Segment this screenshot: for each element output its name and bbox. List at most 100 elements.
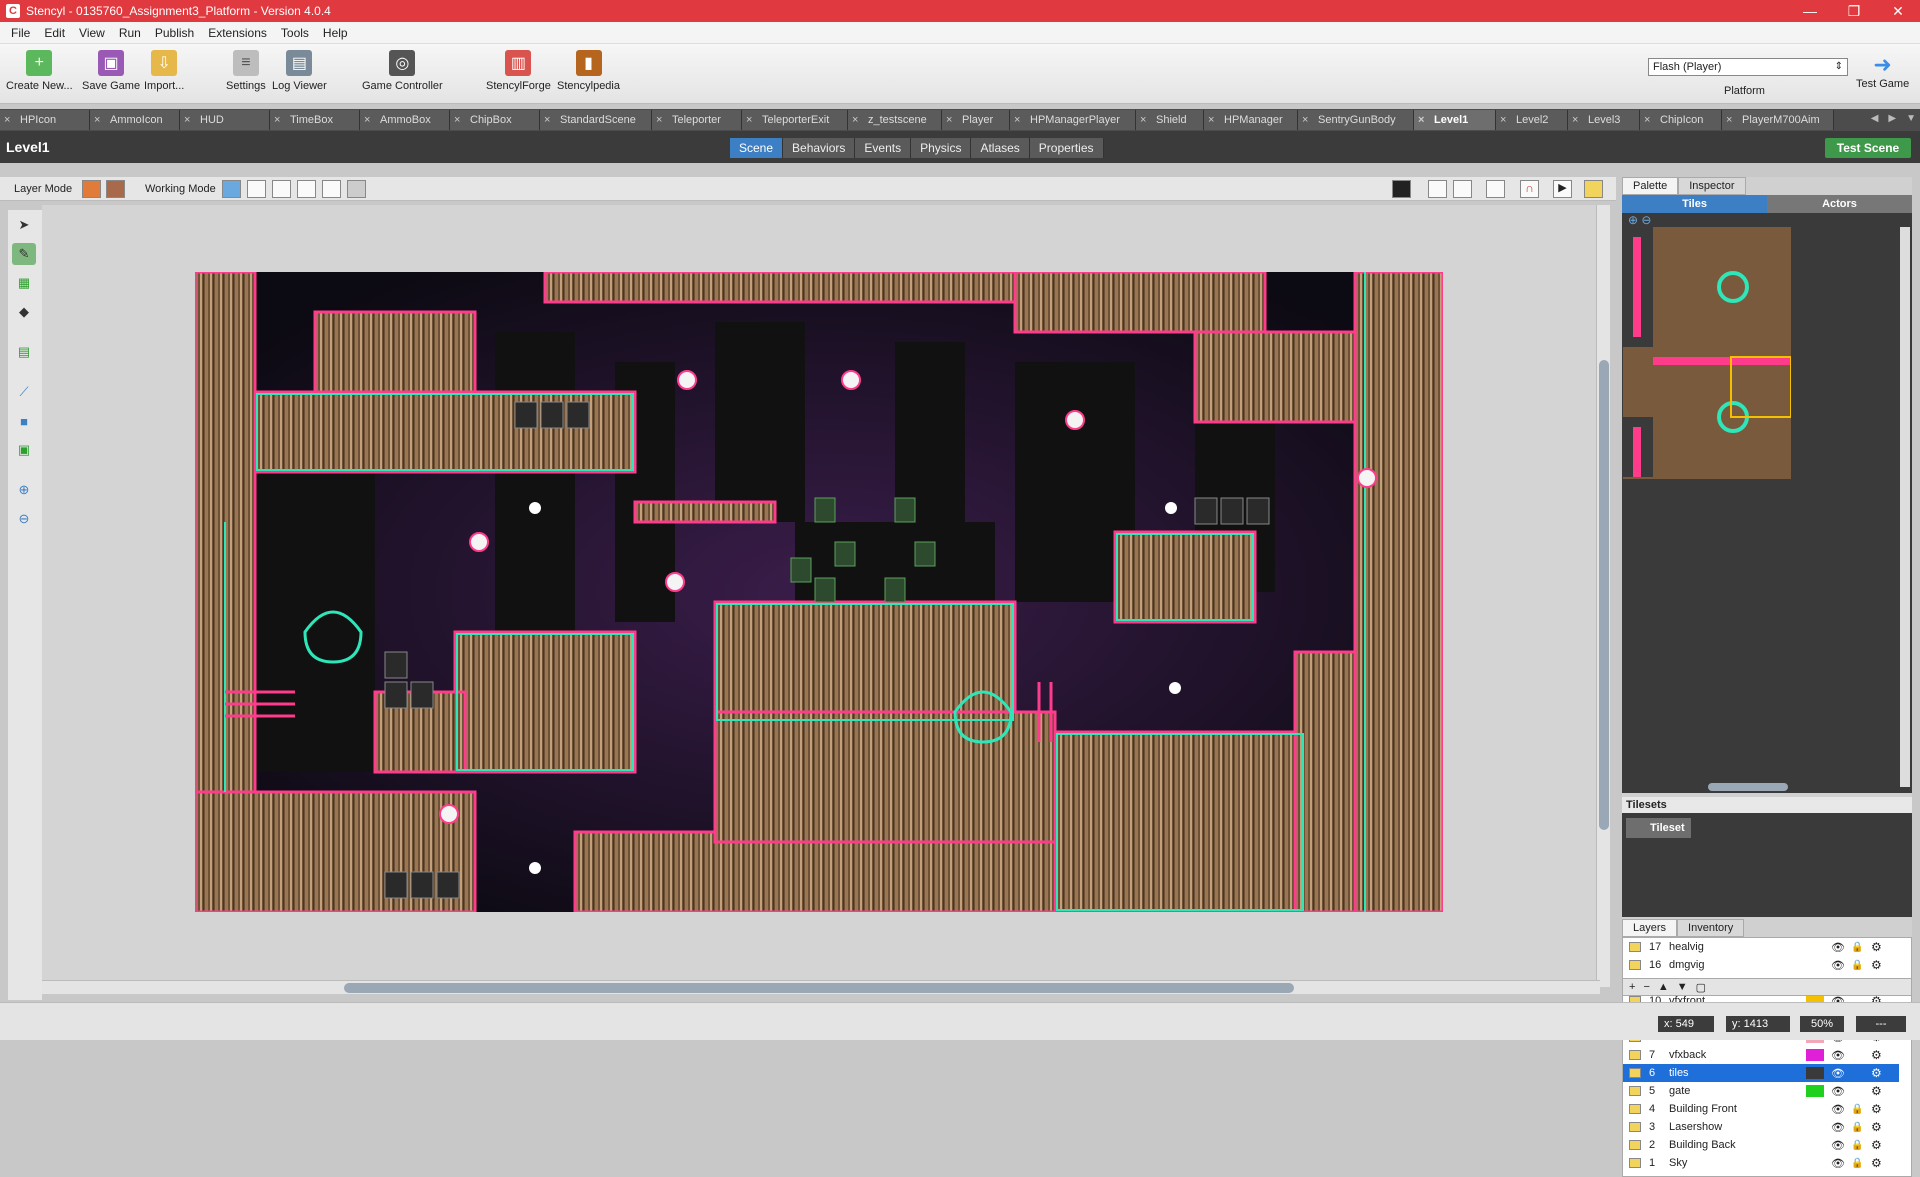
tab-layers[interactable]: Layers [1622,919,1678,937]
tileset-item[interactable]: Tileset [1626,818,1691,838]
layer-row[interactable]: 7 vfxback 👁 ⚙ [1623,1046,1899,1064]
pencil-icon[interactable]: ✎ [12,243,36,265]
layer-row[interactable]: 6 tiles 👁 ⚙ [1623,1064,1899,1082]
layer-row[interactable]: 3 Lasershow 👁 🔒 ⚙ [1623,1118,1899,1136]
eye-icon[interactable]: 👁 [1831,1085,1845,1098]
eye-icon[interactable]: 👁 [1831,1049,1845,1062]
remove-layer-icon[interactable]: − [1643,981,1649,993]
close-tab-icon[interactable]: × [1302,114,1318,126]
working-mode-normal-button[interactable] [222,180,241,198]
tab-atlases[interactable]: Atlases [971,138,1030,158]
close-tab-icon[interactable]: × [364,114,380,126]
close-tab-icon[interactable]: × [1418,114,1434,126]
maximize-button[interactable]: ❐ [1832,0,1876,22]
tab-inspector[interactable]: Inspector [1678,177,1746,195]
image-icon[interactable] [1584,180,1603,198]
tab-tiles[interactable]: Tiles [1622,195,1767,213]
snap-grid-icon[interactable] [1486,180,1505,198]
tab-behaviors[interactable]: Behaviors [783,138,856,158]
close-tab-icon[interactable]: × [454,114,470,126]
scroll-thumb[interactable] [344,983,1294,993]
zoom-in-icon[interactable]: ⊕ [12,479,36,501]
settings-button[interactable]: ≡ Settings [226,50,266,92]
canvas-vertical-scrollbar[interactable] [1596,205,1610,987]
save-game-button[interactable]: ▣ Save Game [82,50,140,92]
lock-icon[interactable]: 🔒 [1851,1104,1863,1115]
close-button[interactable]: ✕ [1876,0,1920,22]
minimize-button[interactable]: — [1788,0,1832,22]
tab-physics[interactable]: Physics [911,138,972,158]
tab-level1[interactable]: × Level1 [1414,110,1496,130]
eye-icon[interactable]: 👁 [1831,1157,1845,1170]
menu-help[interactable]: Help [316,26,355,40]
layer-mode-multi-button[interactable] [106,180,125,198]
tab-teleporterexit[interactable]: × TeleporterExit [742,110,848,130]
tab-scroll-right-icon[interactable]: ▶ [1888,113,1896,124]
tab-hpmanagerplayer[interactable]: × HPManagerPlayer [1010,110,1136,130]
eye-icon[interactable]: 👁 [1831,1139,1845,1152]
terrain-icon[interactable]: ▣ [12,439,36,461]
tab-ammoicon[interactable]: × AmmoIcon [90,110,180,130]
close-tab-icon[interactable]: × [1140,114,1156,126]
gear-icon[interactable]: ⚙ [1871,1156,1882,1170]
close-tab-icon[interactable]: × [1014,114,1030,126]
scene-canvas-area[interactable] [42,205,1600,980]
canvas-horizontal-scrollbar[interactable] [42,980,1600,994]
close-tab-icon[interactable]: × [184,114,200,126]
tab-timebox[interactable]: × TimeBox [270,110,360,130]
tab-level2[interactable]: × Level2 [1496,110,1568,130]
close-tab-icon[interactable]: × [4,114,20,126]
play-icon[interactable]: ▶ [1553,180,1572,198]
tab-z-testscene[interactable]: × z_testscene [848,110,942,130]
layer-row[interactable]: 2 Building Back 👁 🔒 ⚙ [1623,1136,1899,1154]
game-controller-button[interactable]: ◎ Game Controller [362,50,443,92]
menu-extensions[interactable]: Extensions [201,26,274,40]
close-tab-icon[interactable]: × [946,114,962,126]
zoom-out-icon[interactable]: ⊖ [1641,213,1651,227]
view-frame-button[interactable] [1428,180,1447,198]
add-layer-icon[interactable]: + [1629,981,1635,993]
gear-icon[interactable]: ⚙ [1871,1138,1882,1152]
working-mode-tile-button[interactable] [247,180,266,198]
gear-icon[interactable]: ⚙ [1871,958,1882,972]
tab-chipbox[interactable]: × ChipBox [450,110,540,130]
tab-shield[interactable]: × Shield [1136,110,1204,130]
menu-publish[interactable]: Publish [148,26,201,40]
tab-properties[interactable]: Properties [1029,138,1104,158]
pointer-icon[interactable]: ➤ [12,214,36,236]
tab-events[interactable]: Events [855,138,912,158]
close-tab-icon[interactable]: × [1644,114,1660,126]
tile-grid-icon[interactable]: ▦ [12,272,36,294]
layer-color-swatch[interactable] [1806,1049,1824,1061]
layer-row[interactable]: 17 healvig 👁 🔒 ⚙ [1623,938,1899,956]
eye-icon[interactable]: 👁 [1831,1103,1845,1116]
layer-row[interactable]: 5 gate 👁 ⚙ [1623,1082,1899,1100]
lock-icon[interactable]: 🔒 [1851,1140,1863,1151]
gear-icon[interactable]: ⚙ [1871,1048,1882,1062]
zoom-out-icon[interactable]: ⊖ [12,508,36,530]
tab-chipicon[interactable]: × ChipIcon [1640,110,1722,130]
gear-icon[interactable]: ⚙ [1871,1120,1882,1134]
menu-edit[interactable]: Edit [37,26,72,40]
tab-scene[interactable]: Scene [730,138,784,158]
close-tab-icon[interactable]: × [1572,114,1588,126]
tab-level3[interactable]: × Level3 [1568,110,1640,130]
tab-player[interactable]: × Player [942,110,1010,130]
stencylforge-button[interactable]: ▥ StencylForge [486,50,551,92]
eye-icon[interactable]: 👁 [1831,959,1845,972]
menu-file[interactable]: File [4,26,37,40]
lock-icon[interactable]: 🔒 [1851,1158,1863,1169]
tab-list-icon[interactable]: ▼ [1906,113,1916,124]
tab-ammobox[interactable]: × AmmoBox [360,110,450,130]
close-tab-icon[interactable]: × [1208,114,1224,126]
tab-scroll-left-icon[interactable]: ◀ [1871,113,1879,124]
tab-actors[interactable]: Actors [1767,195,1912,213]
close-tab-icon[interactable]: × [544,114,560,126]
layer-color-swatch[interactable] [1806,1085,1824,1097]
tileset-preview[interactable] [1623,227,1791,479]
working-mode-region-button[interactable] [297,180,316,198]
gear-icon[interactable]: ⚙ [1871,1066,1882,1080]
test-scene-button[interactable]: Test Scene [1825,138,1911,158]
menu-view[interactable]: View [72,26,112,40]
working-mode-blank-button[interactable] [322,180,341,198]
